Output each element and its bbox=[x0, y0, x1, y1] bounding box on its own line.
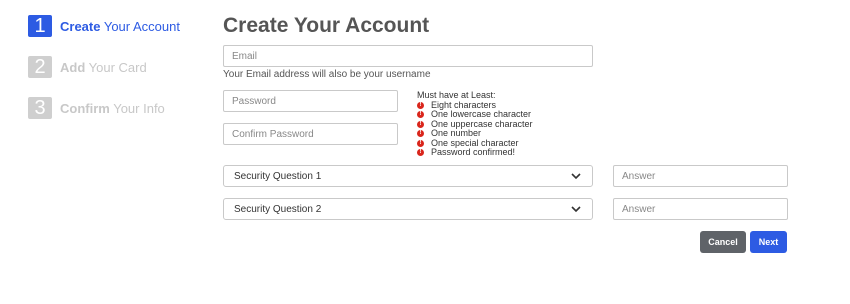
page-title: Create Your Account bbox=[223, 14, 430, 37]
step-number: 2 bbox=[28, 56, 52, 78]
step-create-account[interactable]: 1 Create Your Account bbox=[28, 15, 180, 37]
security-question-2-select[interactable]: Security Question 2 bbox=[223, 198, 593, 220]
step-confirm-info[interactable]: 3 Confirm Your Info bbox=[28, 97, 180, 119]
select-value: Security Question 1 bbox=[234, 170, 322, 182]
cancel-button[interactable]: Cancel bbox=[700, 231, 746, 253]
chevron-down-icon bbox=[571, 173, 581, 180]
step-label: Create Your Account bbox=[60, 18, 180, 34]
answer-1-field[interactable] bbox=[613, 165, 788, 187]
step-label: Add Your Card bbox=[60, 59, 147, 75]
chevron-down-icon bbox=[571, 206, 581, 213]
step-number: 1 bbox=[28, 15, 52, 37]
step-add-card[interactable]: 2 Add Your Card bbox=[28, 56, 180, 78]
next-button[interactable]: Next bbox=[750, 231, 787, 253]
requirement-item: ! Password confirmed! bbox=[417, 147, 533, 158]
password-field[interactable] bbox=[223, 90, 398, 112]
confirm-password-field[interactable] bbox=[223, 123, 398, 145]
exclamation-icon: ! bbox=[417, 149, 424, 157]
password-requirements: Must have at Least: ! Eight characters ! O… bbox=[417, 90, 533, 158]
email-field[interactable] bbox=[223, 45, 593, 67]
exclamation-icon: ! bbox=[417, 111, 424, 119]
step-label: Confirm Your Info bbox=[60, 100, 165, 116]
select-value: Security Question 2 bbox=[234, 203, 322, 215]
exclamation-icon: ! bbox=[417, 139, 424, 147]
exclamation-icon: ! bbox=[417, 130, 424, 138]
progress-steps: 1 Create Your Account 2 Add Your Card 3 … bbox=[28, 15, 180, 138]
exclamation-icon: ! bbox=[417, 101, 424, 109]
security-question-1-select[interactable]: Security Question 1 bbox=[223, 165, 593, 187]
answer-2-field[interactable] bbox=[613, 198, 788, 220]
email-hint: Your Email address will also be your use… bbox=[223, 69, 431, 80]
exclamation-icon: ! bbox=[417, 120, 424, 128]
step-number: 3 bbox=[28, 97, 52, 119]
